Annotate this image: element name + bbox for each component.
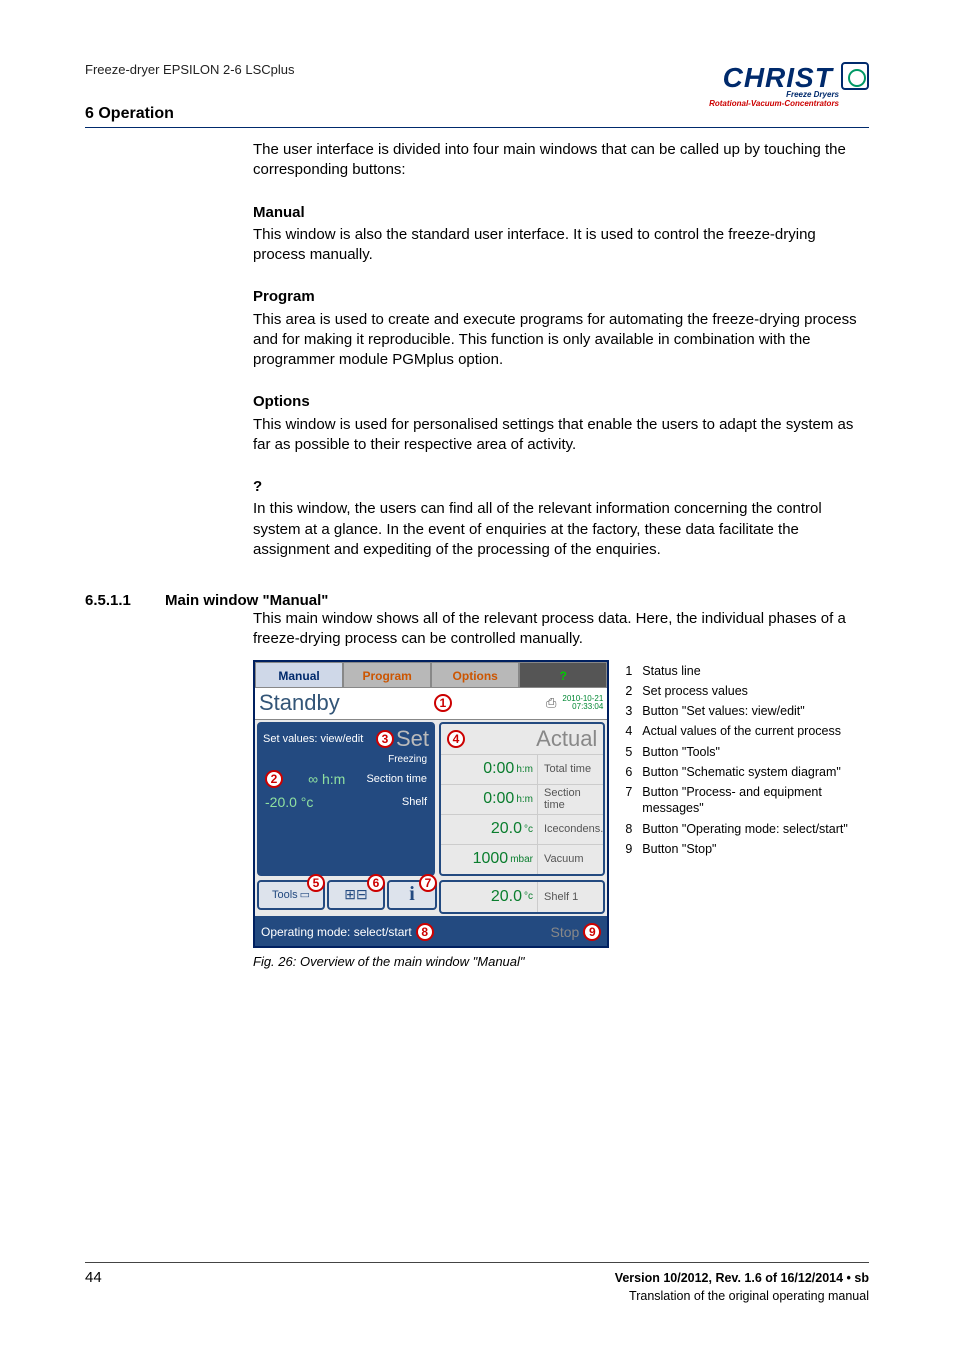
header-divider: [85, 127, 869, 128]
actual-2-value: 20.0: [491, 820, 522, 838]
logo-badge-icon: [841, 62, 869, 90]
brand-logo: CHRIST Freeze Dryers Rotational-Vacuum-C…: [649, 62, 869, 108]
document-title: Freeze-dryer EPSILON 2-6 LSCplus: [85, 62, 649, 77]
actual-4-label: Shelf 1: [537, 882, 603, 912]
page-number: 44: [85, 1269, 102, 1307]
tab-help[interactable]: ?: [519, 662, 607, 688]
operating-mode-button[interactable]: Operating mode: select/start: [261, 925, 412, 939]
subsection-description: This main window shows all of the releva…: [253, 609, 869, 650]
block-text-options: This window is used for personalised set…: [253, 415, 869, 456]
callout-8-icon: 8: [416, 923, 434, 941]
intro-paragraph: The user interface is divided into four …: [253, 140, 869, 181]
figure-legend: 1Status line 2Set process values 3Button…: [619, 660, 869, 861]
info-icon: i: [409, 883, 415, 906]
callout-3-icon: 3: [376, 730, 394, 748]
footer-version: Version 10/2012, Rev. 1.6 of 16/12/2014 …: [615, 1269, 869, 1288]
set-row-1-value: -20.0 °c: [265, 794, 313, 810]
set-row-1-label: Shelf: [402, 796, 427, 808]
folder-icon: ▭: [300, 888, 310, 901]
block-heading-help: ?: [253, 477, 869, 497]
callout-7-icon: 7: [419, 874, 437, 892]
set-big-label: Set: [396, 726, 429, 752]
page-footer: 44 Version 10/2012, Rev. 1.6 of 16/12/20…: [85, 1262, 869, 1307]
block-text-manual: This window is also the standard user in…: [253, 225, 869, 266]
block-text-program: This area is used to create and execute …: [253, 310, 869, 371]
tab-program[interactable]: Program: [343, 662, 431, 688]
actual-3-label: Vacuum: [537, 845, 603, 874]
set-row-0-label: Section time: [366, 773, 427, 785]
figure-caption: Fig. 26: Overview of the main window "Ma…: [253, 954, 869, 969]
subsection-title: Main window "Manual": [165, 592, 328, 609]
actual-4-unit: °c: [524, 891, 533, 902]
freezing-label: Freezing: [259, 754, 433, 767]
callout-4-icon: 4: [447, 730, 465, 748]
screenshot-figure: Manual Program Options ? Standby 1 ⎙ 201…: [253, 660, 609, 948]
actual-2-label: Icecondens.: [537, 815, 603, 844]
actual-big-label: Actual: [536, 726, 597, 752]
actual-1-label: Section time: [537, 785, 603, 814]
schematic-icon: ⊞⊟: [344, 886, 367, 903]
tools-button[interactable]: Tools ▭ 5: [257, 880, 325, 910]
actual-1-unit: h:m: [516, 794, 533, 805]
set-header-label: Set values: view/edit: [263, 733, 363, 745]
tools-label: Tools: [272, 889, 298, 901]
set-values-button[interactable]: Set values: view/edit 3 Set: [259, 724, 433, 754]
tab-options[interactable]: Options: [431, 662, 519, 688]
actual-0-value: 0:00: [483, 760, 514, 778]
block-heading-manual: Manual: [253, 203, 869, 223]
block-heading-options: Options: [253, 392, 869, 412]
actual-3-value: 1000: [473, 850, 509, 868]
actual-1-value: 0:00: [483, 790, 514, 808]
tab-manual[interactable]: Manual: [255, 662, 343, 688]
schematic-button[interactable]: ⊞⊟ 6: [327, 880, 385, 910]
block-text-help: In this window, the users can find all o…: [253, 499, 869, 560]
info-button[interactable]: i 7: [387, 880, 437, 910]
block-heading-program: Program: [253, 287, 869, 307]
callout-9-icon: 9: [583, 923, 601, 941]
stop-button[interactable]: Stop: [551, 924, 580, 940]
actual-0-label: Total time: [537, 755, 603, 784]
actual-2-unit: °c: [524, 824, 533, 835]
actual-0-unit: h:m: [516, 764, 533, 775]
section-heading: 6 Operation: [85, 105, 649, 123]
actual-4-value: 20.0: [491, 888, 522, 906]
callout-6-icon: 6: [367, 874, 385, 892]
callout-2-icon: 2: [265, 770, 283, 788]
footer-translation-note: Translation of the original operating ma…: [615, 1287, 869, 1306]
actual-3-unit: mbar: [510, 854, 533, 865]
status-time: 07:33:04: [562, 703, 603, 711]
callout-5-icon: 5: [307, 874, 325, 892]
printer-icon: ⎙: [546, 695, 556, 711]
set-row-0-value: ∞ h:m: [308, 771, 345, 787]
logo-subtitle-2: Rotational-Vacuum-Concentrators: [649, 99, 839, 108]
subsection-number: 6.5.1.1: [85, 592, 165, 609]
callout-1-icon: 1: [434, 694, 452, 712]
status-text: Standby: [259, 690, 340, 716]
